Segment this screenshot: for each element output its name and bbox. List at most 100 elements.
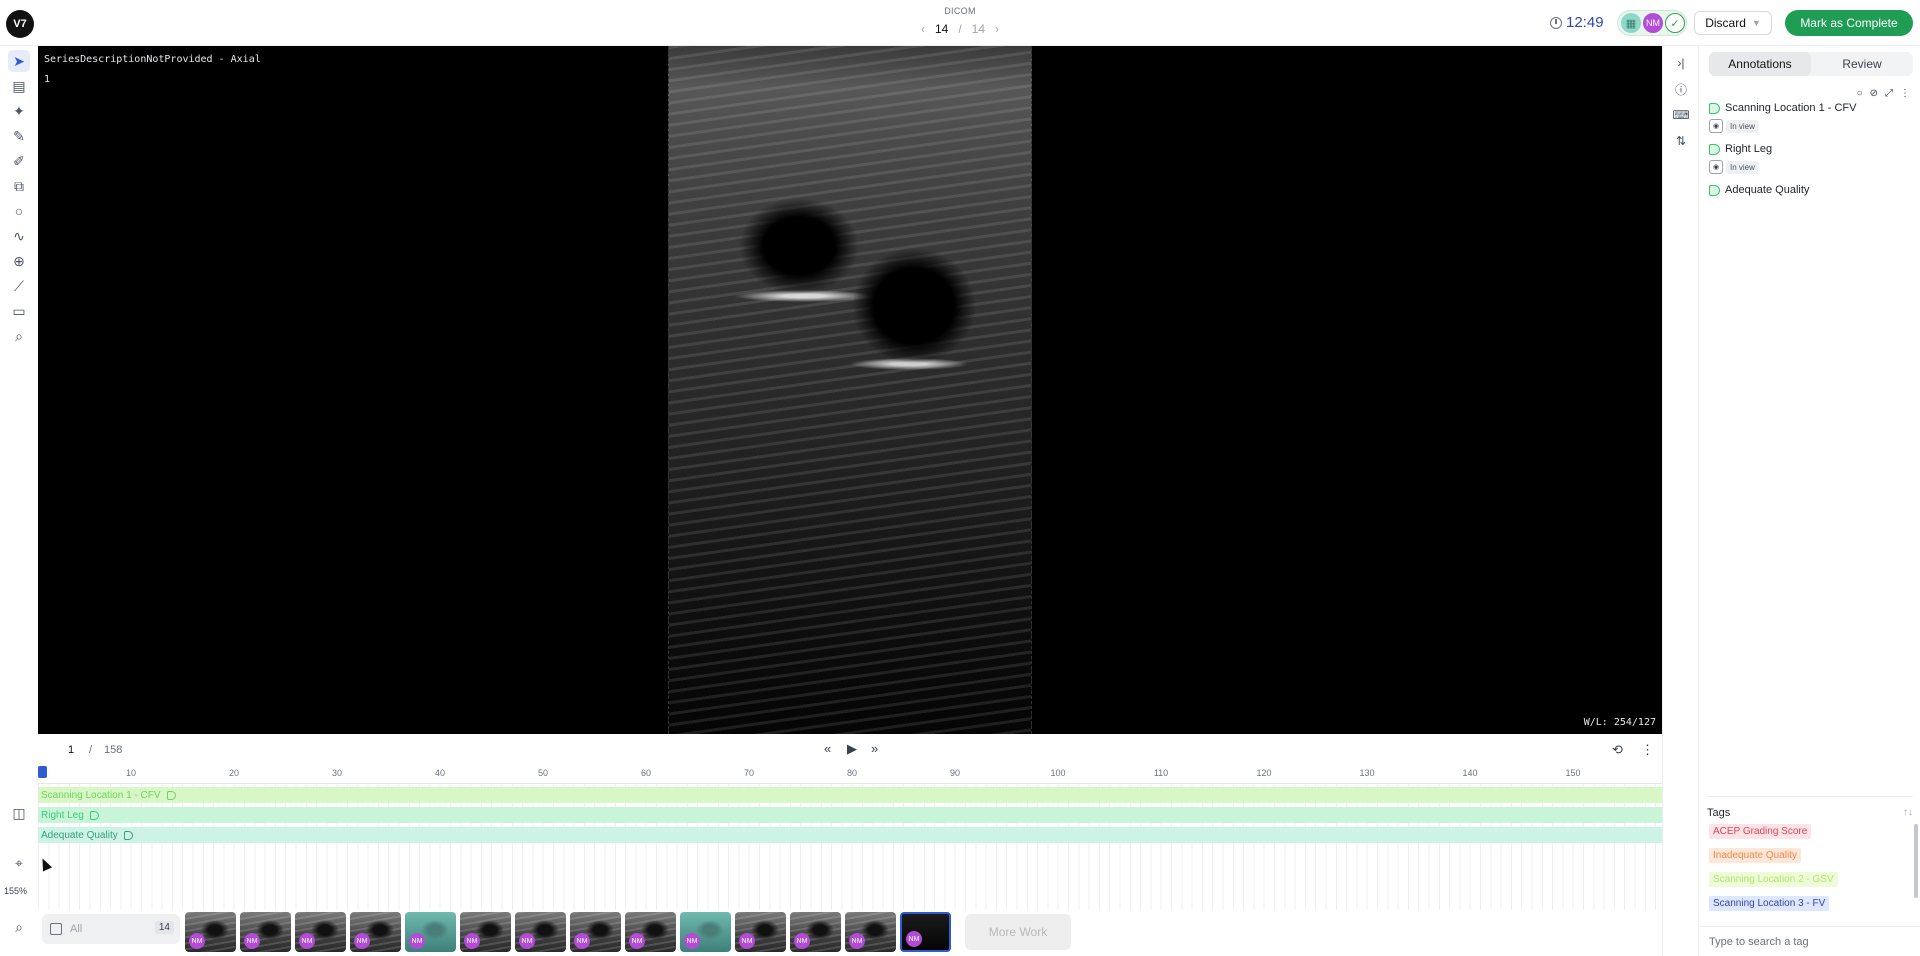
- keypoint-icon[interactable]: ⊕: [8, 250, 30, 272]
- top-bar: V7 DICOM ‹ 14 / 14 › 12:49 ▦ NM ✓ Discar…: [0, 0, 1920, 46]
- polyline-icon[interactable]: ∿: [8, 225, 30, 247]
- tag-chip[interactable]: Inadequate Quality: [1709, 848, 1801, 863]
- thumbnail[interactable]: NM: [680, 912, 731, 952]
- track-right-leg[interactable]: Right Leg: [38, 807, 1662, 823]
- info-icon[interactable]: ⓘ: [1672, 80, 1690, 98]
- annotation-item[interactable]: Right Leg: [1709, 143, 1772, 155]
- thumbnail[interactable]: NM: [460, 912, 511, 952]
- hide-icon[interactable]: ⊘: [1870, 88, 1878, 99]
- item-navigator: ‹ 14 / 14 ›: [900, 22, 1020, 36]
- adjust-icon[interactable]: ⇅: [1672, 132, 1690, 150]
- thumbnail-avatar: NM: [629, 933, 645, 949]
- ultrasound-image[interactable]: [668, 46, 1032, 734]
- in-view-status: ◉ In view: [1709, 160, 1759, 174]
- ruler-tick: 10: [125, 768, 137, 778]
- play-icon[interactable]: ▶: [847, 741, 857, 757]
- thumbnail[interactable]: NM: [185, 912, 236, 952]
- tag-search-input[interactable]: [1699, 926, 1920, 956]
- thumbnail-avatar: NM: [189, 933, 205, 949]
- ruler-tick: 30: [331, 768, 343, 778]
- hotkeys-icon[interactable]: ⌖: [8, 852, 30, 874]
- layers-icon[interactable]: ▤: [8, 75, 30, 97]
- fast-forward-icon[interactable]: »: [871, 741, 878, 756]
- more-work-button[interactable]: More Work: [965, 914, 1071, 950]
- focus-icon[interactable]: ◉: [1709, 119, 1723, 133]
- search-small-icon[interactable]: ⌕: [8, 916, 30, 938]
- thumbnail[interactable]: NM: [625, 912, 676, 952]
- focus-icon[interactable]: ◉: [1709, 160, 1723, 174]
- annotation-item[interactable]: Adequate Quality: [1709, 184, 1809, 196]
- thumbnail[interactable]: NM: [845, 912, 896, 952]
- track-scanning-location-1[interactable]: Scanning Location 1 - CFV: [38, 787, 1662, 803]
- comment-icon[interactable]: ▭: [8, 300, 30, 322]
- collapse-panel-icon[interactable]: ›|: [1672, 54, 1690, 72]
- thumbnail[interactable]: NM: [790, 912, 841, 952]
- tab-annotations[interactable]: Annotations: [1709, 52, 1811, 76]
- ruler-tick: 20: [228, 768, 240, 778]
- thumbnail[interactable]: NM: [570, 912, 621, 952]
- ellipse-icon[interactable]: ○: [8, 200, 30, 222]
- sort-icon[interactable]: ↑↓: [1903, 807, 1913, 818]
- thumbnail[interactable]: NM: [350, 912, 401, 952]
- discard-button[interactable]: Discard ▼: [1694, 11, 1772, 35]
- thumbnail[interactable]: NM: [240, 912, 291, 952]
- grid-stage-icon[interactable]: ▦: [1621, 13, 1641, 33]
- panel-actions: ○ ⊘ ⤢ ⋮: [1857, 88, 1910, 99]
- skeleton-icon[interactable]: ⟋: [8, 275, 30, 297]
- ruler-tick: 40: [434, 768, 446, 778]
- select-arrow-icon[interactable]: ➤: [8, 50, 30, 72]
- more-options-icon[interactable]: ⋮: [1641, 742, 1654, 758]
- playback-bar: 1 / 158 « ▶ » ⟲ ⋮: [38, 734, 1662, 766]
- user-avatar[interactable]: NM: [1643, 13, 1663, 33]
- playhead[interactable]: [38, 766, 47, 778]
- thumbnail-avatar: NM: [464, 933, 480, 949]
- expand-icon[interactable]: ⤢: [1885, 88, 1893, 99]
- tag-chip[interactable]: Scanning Location 3 - FV: [1709, 896, 1830, 911]
- tag-chip[interactable]: Scanning Location 2 - GSV: [1709, 872, 1838, 887]
- feedback-icon[interactable]: ◫: [8, 802, 30, 824]
- rewind-icon[interactable]: «: [824, 741, 831, 756]
- thumbnail[interactable]: NM: [295, 912, 346, 952]
- chevron-right-icon[interactable]: ›: [995, 22, 999, 36]
- auto-annotate-icon[interactable]: ✦: [8, 100, 30, 122]
- timer: 12:49: [1550, 14, 1604, 31]
- chevron-left-icon[interactable]: ‹: [921, 22, 925, 36]
- thumbnail-avatar: NM: [574, 933, 590, 949]
- loop-icon[interactable]: ⟲: [1612, 742, 1623, 758]
- ruler-tick: 50: [537, 768, 549, 778]
- total-frames: 158: [104, 744, 123, 756]
- circle-icon[interactable]: ○: [1857, 88, 1863, 99]
- annotation-label: Right Leg: [1725, 143, 1773, 155]
- tag-icon: [123, 830, 133, 840]
- thumbnail[interactable]: NM: [735, 912, 786, 952]
- tags-title: Tags: [1707, 807, 1731, 819]
- track-adequate-quality[interactable]: Adequate Quality: [38, 827, 1662, 843]
- thumbnail-selected[interactable]: NM: [900, 912, 951, 952]
- annotation-tracks: Scanning Location 1 - CFV Right Leg Adeq…: [38, 784, 1662, 910]
- ruler-tick: 60: [640, 768, 652, 778]
- tab-review[interactable]: Review: [1811, 52, 1913, 76]
- ruler-tick: 70: [743, 768, 755, 778]
- zoom-search-icon[interactable]: ⌕: [8, 325, 30, 347]
- stage-avatars[interactable]: ▦ NM ✓: [1617, 10, 1687, 36]
- left-toolbar: ➤ ▤ ✦ ✎ ✐ ⧉ ○ ∿ ⊕ ⟋ ▭ ⌕ ◫ 155% ⌖ ⌕: [0, 46, 38, 956]
- more-options-icon[interactable]: ⋮: [1900, 88, 1910, 99]
- pen-icon[interactable]: ✎: [8, 125, 30, 147]
- tags-scrollbar[interactable]: [1914, 824, 1918, 898]
- thumbnail-avatar: NM: [244, 933, 260, 949]
- tag-chip[interactable]: ACEP Grading Score: [1709, 824, 1812, 839]
- mark-complete-button[interactable]: Mark as Complete: [1785, 10, 1913, 36]
- checkbox-icon[interactable]: [50, 923, 62, 935]
- annotation-label: Scanning Location 1 - CFV: [1725, 102, 1857, 114]
- brush-icon[interactable]: ✐: [8, 150, 30, 172]
- frame-ruler[interactable]: 10 20 30 40 50 60 70 80 90 100 110 120 1…: [38, 766, 1662, 784]
- thumbnail[interactable]: NM: [405, 912, 456, 952]
- clone-icon[interactable]: ⧉: [8, 175, 30, 197]
- keyboard-icon[interactable]: ⌨: [1672, 106, 1690, 124]
- check-circle-icon[interactable]: ✓: [1665, 13, 1685, 33]
- thumbnail[interactable]: NM: [515, 912, 566, 952]
- filter-all-dropdown[interactable]: All 14: [42, 914, 180, 944]
- image-viewport[interactable]: SeriesDescriptionNotProvided - Axial 1 W…: [38, 46, 1662, 734]
- clock-icon: [1550, 16, 1562, 29]
- annotation-item[interactable]: Scanning Location 1 - CFV: [1709, 102, 1856, 114]
